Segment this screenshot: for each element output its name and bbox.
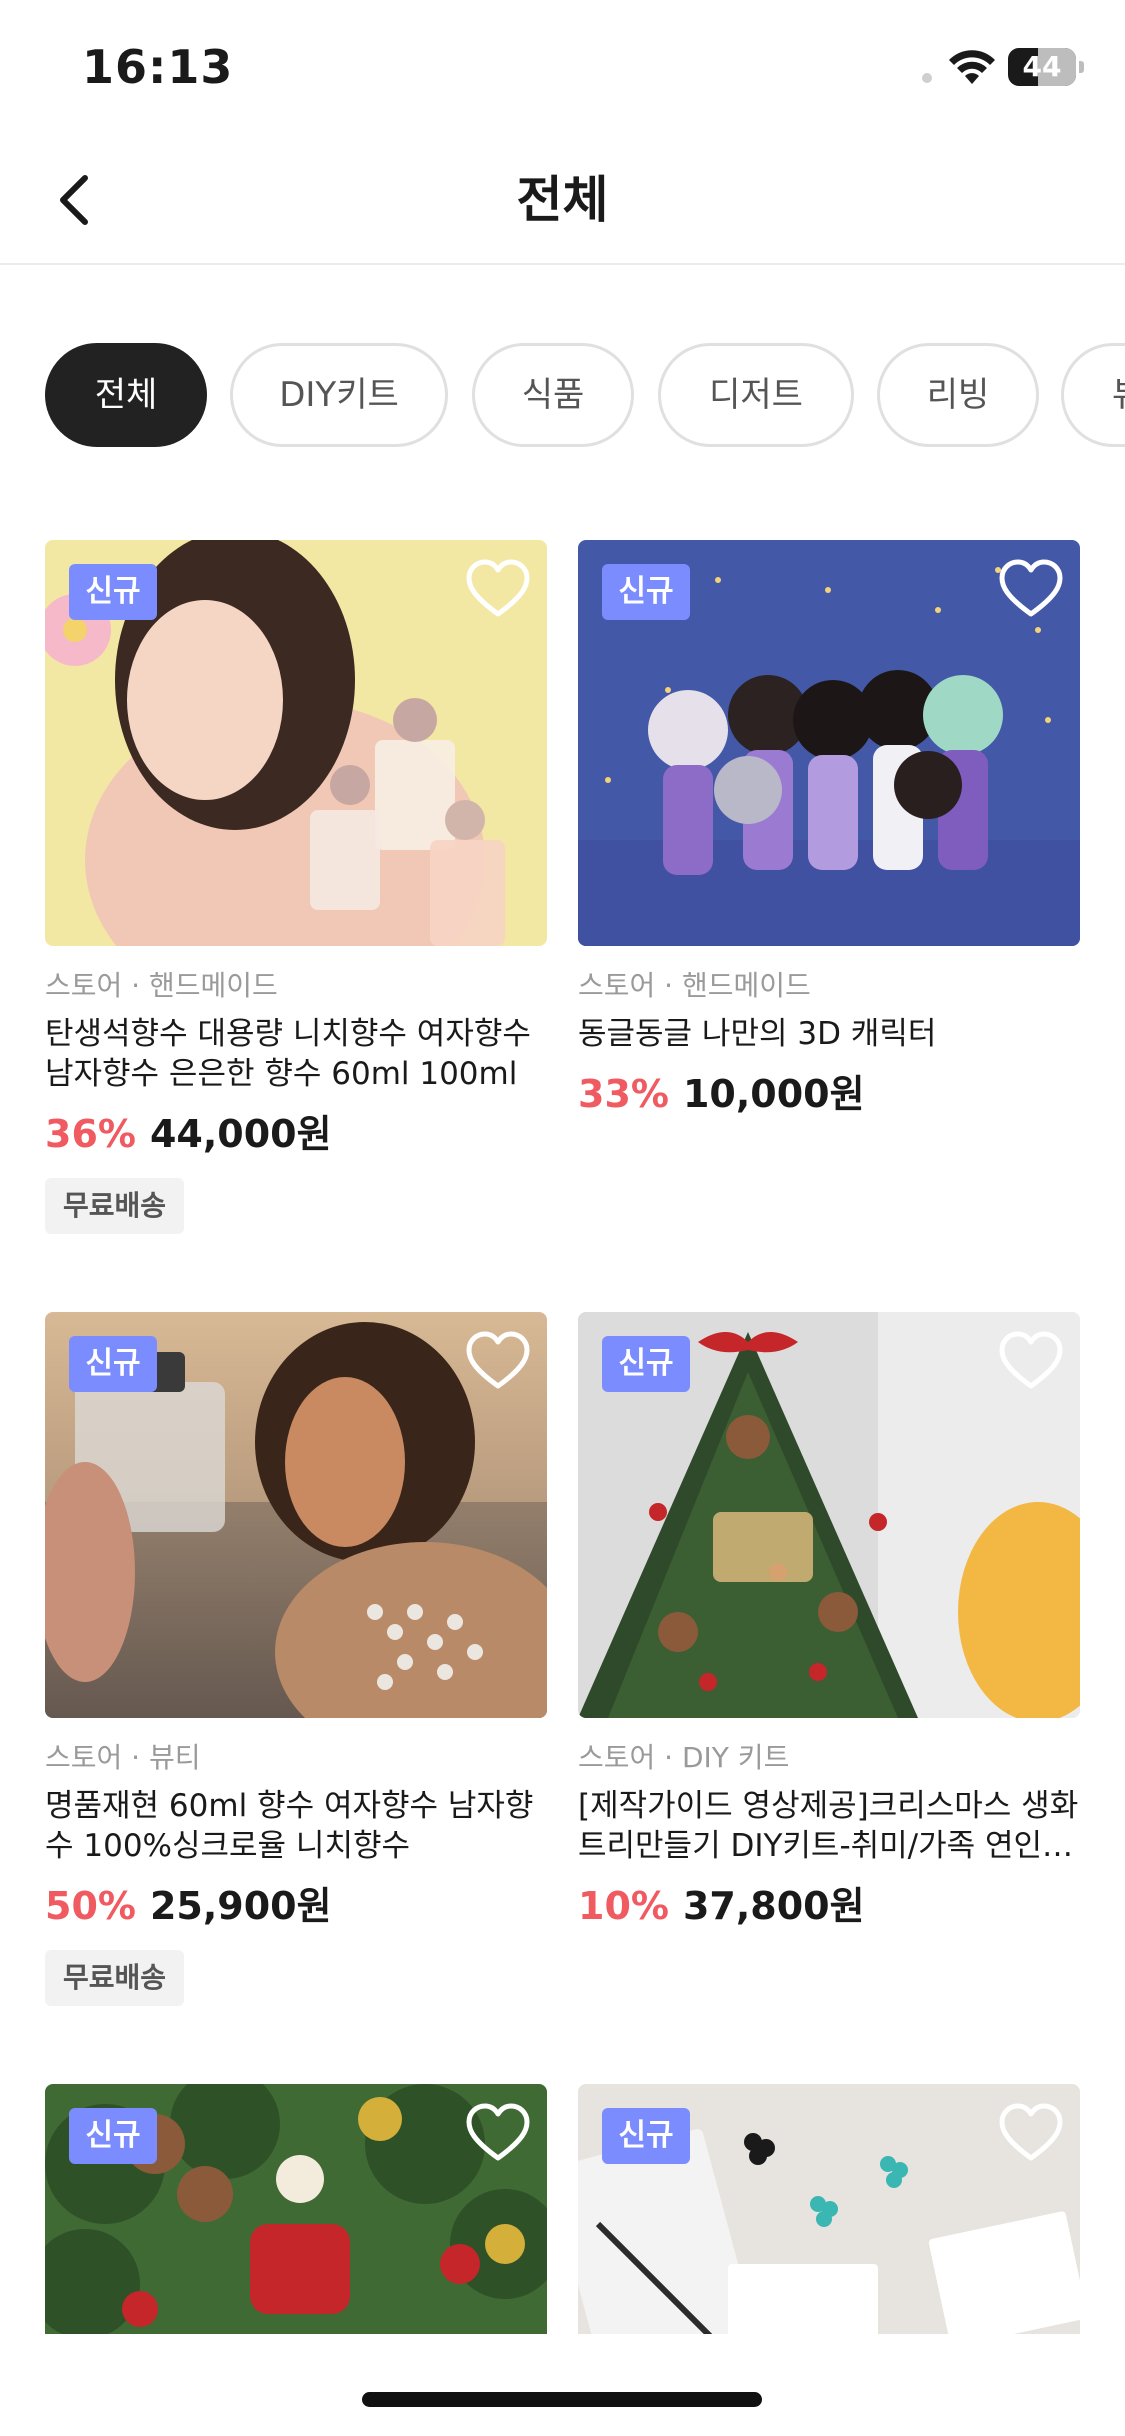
price-row: 36% 44,000원 [45,1104,547,1164]
product-image[interactable]: 신규 [45,2084,547,2334]
new-badge: 신규 [69,2108,157,2164]
status-time: 16:13 [82,40,234,94]
price-row: 10% 37,800원 [578,1876,1080,1936]
chip-diy-kit[interactable]: DIY키트 [230,343,448,447]
product-price: 10,000원 [682,1072,865,1116]
battery-percent: 44 [1022,50,1062,83]
product-card[interactable]: 신규 스토어 · 핸드메이드 동글동글 나만의 3D 캐릭터 33% 10,000… [578,540,1080,1124]
chip-living[interactable]: 리빙 [877,343,1039,447]
chip-beauty[interactable]: 뷰 [1061,343,1125,447]
discount-rate: 33% [578,1072,669,1116]
chip-food[interactable]: 식품 [472,343,634,447]
category-chip-row[interactable]: 전체 DIY키트 식품 디저트 리빙 뷰 [45,343,1125,451]
new-badge: 신규 [69,564,157,620]
product-name[interactable]: [제작가이드 영상제공]크리스마스 생화트리만들기 DIY키트-취미/가족 연인… [578,1786,1080,1866]
product-image[interactable]: 신규 [578,540,1080,946]
product-image[interactable]: 신규 [45,540,547,946]
new-badge: 신규 [602,2108,690,2164]
product-store: 스토어 · 뷰티 [45,1741,201,1774]
heart-icon[interactable] [998,2102,1064,2164]
product-card[interactable]: 신규 스토어 · 핸드메이드 탄생석향수 대용량 니치향수 여자향수 남자향수 … [45,540,547,1234]
new-badge: 신규 [602,564,690,620]
discount-rate: 10% [578,1884,669,1928]
chip-all[interactable]: 전체 [45,343,207,447]
nav-header: 전체 [0,135,1125,265]
wifi-icon [949,50,995,84]
heart-icon[interactable] [465,1330,531,1392]
page-title: 전체 [516,171,609,229]
battery-icon: 44 [1008,48,1084,86]
privacy-dot-icon [922,73,932,83]
product-card[interactable]: 신규 스토어 · 뷰티 명품재현 60ml 향수 여자향수 남자향수 100%싱… [45,1312,547,2006]
product-name[interactable]: 동글동글 나만의 3D 캐릭터 [578,1014,1080,1054]
product-image[interactable]: 신규 [578,1312,1080,1718]
free-shipping-badge: 무료배송 [45,1178,185,1234]
product-card[interactable]: 신규 [45,2084,547,2334]
chip-dessert[interactable]: 디저트 [658,343,854,447]
product-price: 37,800원 [682,1884,865,1928]
product-name[interactable]: 탄생석향수 대용량 니치향수 여자향수 남자향수 은은한 향수 60ml 100… [45,1014,547,1094]
heart-icon[interactable] [465,558,531,620]
new-badge: 신규 [602,1336,690,1392]
heart-icon[interactable] [998,1330,1064,1392]
heart-icon[interactable] [998,558,1064,620]
product-store: 스토어 · DIY 키트 [578,1741,790,1774]
product-card[interactable]: 신규 [578,2084,1080,2334]
product-name[interactable]: 명품재현 60ml 향수 여자향수 남자향수 100%싱크로율 니치향수 [45,1786,547,1866]
free-shipping-badge: 무료배송 [45,1950,185,2006]
price-row: 50% 25,900원 [45,1876,547,1936]
product-image[interactable]: 신규 [578,2084,1080,2334]
home-indicator[interactable] [362,2392,762,2407]
discount-rate: 36% [45,1112,136,1156]
product-card[interactable]: 신규 스토어 · DIY 키트 [제작가이드 영상제공]크리스마스 생화트리만들… [578,1312,1080,1936]
product-store: 스토어 · 핸드메이드 [45,969,278,1002]
heart-icon[interactable] [465,2102,531,2164]
discount-rate: 50% [45,1884,136,1928]
product-price: 44,000원 [149,1112,332,1156]
product-price: 25,900원 [149,1884,332,1928]
status-bar: 16:13 44 [0,0,1125,135]
new-badge: 신규 [69,1336,157,1392]
product-store: 스토어 · 핸드메이드 [578,969,811,1002]
product-image[interactable]: 신규 [45,1312,547,1718]
price-row: 33% 10,000원 [578,1064,1080,1124]
